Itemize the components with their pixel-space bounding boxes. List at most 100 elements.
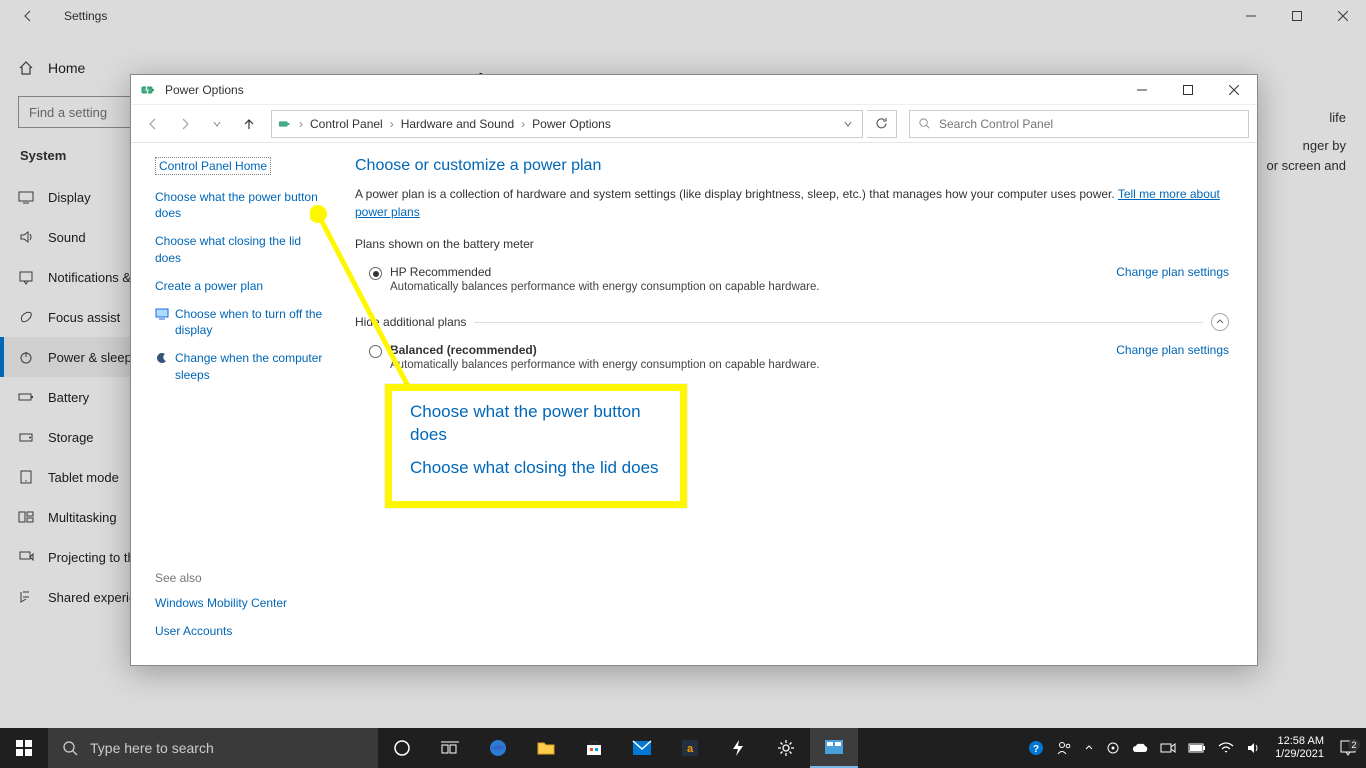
link-closing-lid-does[interactable]: Choose what closing the lid does [155, 233, 327, 265]
notification-count: 2 [1348, 739, 1360, 751]
edge-button[interactable] [474, 728, 522, 768]
mail-icon [632, 740, 652, 756]
explorer-button[interactable] [522, 728, 570, 768]
breadcrumb-control-panel[interactable]: Control Panel [310, 117, 383, 131]
plan2-name: Balanced (recommended) [390, 343, 1104, 357]
cortana-button[interactable] [378, 728, 426, 768]
tray-volume[interactable] [1241, 741, 1265, 755]
sleep-icon [155, 351, 169, 365]
nav-forward-button[interactable] [171, 110, 199, 138]
display-off-icon [155, 307, 169, 321]
callout-line-1: Choose what the power button does [410, 401, 662, 447]
address-dropdown[interactable] [840, 120, 856, 128]
power-options-window: Power Options › Control Panel › Hardware… [130, 74, 1258, 666]
see-also-label: See also [155, 571, 327, 585]
refresh-button[interactable] [867, 110, 897, 138]
link-computer-sleeps[interactable]: Change when the computer sleeps [155, 350, 327, 382]
power-close-button[interactable] [1211, 75, 1257, 105]
meter-label: Plans shown on the battery meter [355, 237, 1229, 251]
tray-overflow[interactable] [1079, 743, 1099, 753]
link-turn-off-display[interactable]: Choose when to turn off the display [155, 306, 327, 338]
power-options-icon [141, 82, 157, 98]
amazon-button[interactable]: a [666, 728, 714, 768]
folder-icon [537, 740, 555, 756]
power-window-controls [1119, 75, 1257, 105]
radio-balanced[interactable] [369, 345, 382, 358]
change-plan-settings-2[interactable]: Change plan settings [1116, 343, 1229, 357]
search-input[interactable] [939, 117, 1240, 131]
store-button[interactable] [570, 728, 618, 768]
svg-text:?: ? [1033, 744, 1039, 755]
link-user-accounts[interactable]: User Accounts [155, 623, 327, 639]
taskbar-search[interactable]: Type here to search [48, 728, 378, 768]
search-icon [62, 740, 78, 756]
cortana-icon [393, 739, 411, 757]
task-view-button[interactable] [426, 728, 474, 768]
app-button-1[interactable] [714, 728, 762, 768]
power-body: Control Panel Home Choose what the power… [131, 143, 1257, 665]
mail-button[interactable] [618, 728, 666, 768]
address-bar[interactable]: › Control Panel › Hardware and Sound › P… [271, 110, 863, 138]
link-mobility-center[interactable]: Windows Mobility Center [155, 595, 327, 611]
control-panel-taskbar[interactable] [810, 728, 858, 768]
control-panel-icon [824, 739, 844, 755]
tray-wifi[interactable] [1213, 742, 1239, 754]
start-button[interactable] [0, 728, 48, 768]
callout-highlight-box: Choose what the power button does Choose… [385, 384, 687, 508]
power-titlebar: Power Options [131, 75, 1257, 105]
breadcrumb-power-options[interactable]: Power Options [532, 117, 611, 131]
hide-additional-plans[interactable]: Hide additional plans [355, 313, 1229, 331]
svg-text:a: a [687, 743, 694, 755]
amazon-icon: a [681, 739, 699, 757]
power-minimize-button[interactable] [1119, 75, 1165, 105]
callout-line-2: Choose what closing the lid does [410, 457, 662, 480]
taskbar-clock[interactable]: 12:58 AM 1/29/2021 [1267, 735, 1332, 761]
windows-icon [16, 740, 32, 756]
clock-date: 1/29/2021 [1275, 748, 1324, 761]
breadcrumb-sep: › [296, 117, 306, 131]
tray-people[interactable] [1051, 740, 1077, 756]
power-maximize-button[interactable] [1165, 75, 1211, 105]
tray-location[interactable] [1101, 741, 1125, 755]
taskbar: Type here to search a ? 12:58 AM 1/29/20… [0, 728, 1366, 768]
taskbar-search-placeholder: Type here to search [90, 740, 214, 756]
power-toolbar: › Control Panel › Hardware and Sound › P… [131, 105, 1257, 143]
gear-icon [777, 739, 795, 757]
bolt-icon [731, 739, 745, 757]
tray-meet-now[interactable] [1155, 742, 1181, 754]
tray-onedrive[interactable] [1127, 742, 1153, 754]
change-plan-settings-1[interactable]: Change plan settings [1116, 265, 1229, 279]
link-create-power-plan[interactable]: Create a power plan [155, 278, 327, 294]
action-center-button[interactable]: 2 [1334, 739, 1362, 757]
search-icon [918, 117, 931, 130]
power-main-heading: Choose or customize a power plan [355, 157, 1229, 175]
link-power-button-does[interactable]: Choose what the power button does [155, 189, 327, 221]
store-icon [585, 739, 603, 757]
power-window-title: Power Options [165, 83, 244, 97]
tray-battery[interactable] [1183, 743, 1211, 753]
nav-back-button[interactable] [139, 110, 167, 138]
clock-time: 12:58 AM [1275, 735, 1324, 748]
nav-recent-dropdown[interactable] [203, 110, 231, 138]
plan-hp-recommended[interactable]: HP Recommended Automatically balances pe… [355, 261, 1229, 303]
control-panel-home-link[interactable]: Control Panel Home [155, 157, 271, 175]
plan-balanced[interactable]: Balanced (recommended) Automatically bal… [355, 339, 1229, 381]
breadcrumb-hardware-sound[interactable]: Hardware and Sound [401, 117, 514, 131]
collapse-button[interactable] [1211, 313, 1229, 331]
power-intro: A power plan is a collection of hardware… [355, 185, 1229, 221]
tray-help[interactable]: ? [1023, 740, 1049, 756]
radio-hp-recommended[interactable] [369, 267, 382, 280]
task-view-icon [441, 741, 459, 755]
breadcrumb-sep: › [518, 117, 528, 131]
nav-up-button[interactable] [235, 110, 263, 138]
divider [474, 322, 1203, 323]
plan2-desc: Automatically balances performance with … [390, 359, 1104, 371]
edge-icon [488, 738, 508, 758]
taskbar-pinned: a [378, 728, 858, 768]
settings-button[interactable] [762, 728, 810, 768]
control-panel-search[interactable] [909, 110, 1249, 138]
power-plan-icon [278, 117, 292, 131]
breadcrumb-sep: › [387, 117, 397, 131]
plan1-name: HP Recommended [390, 265, 1104, 279]
system-tray: ? 12:58 AM 1/29/2021 2 [1023, 728, 1366, 768]
